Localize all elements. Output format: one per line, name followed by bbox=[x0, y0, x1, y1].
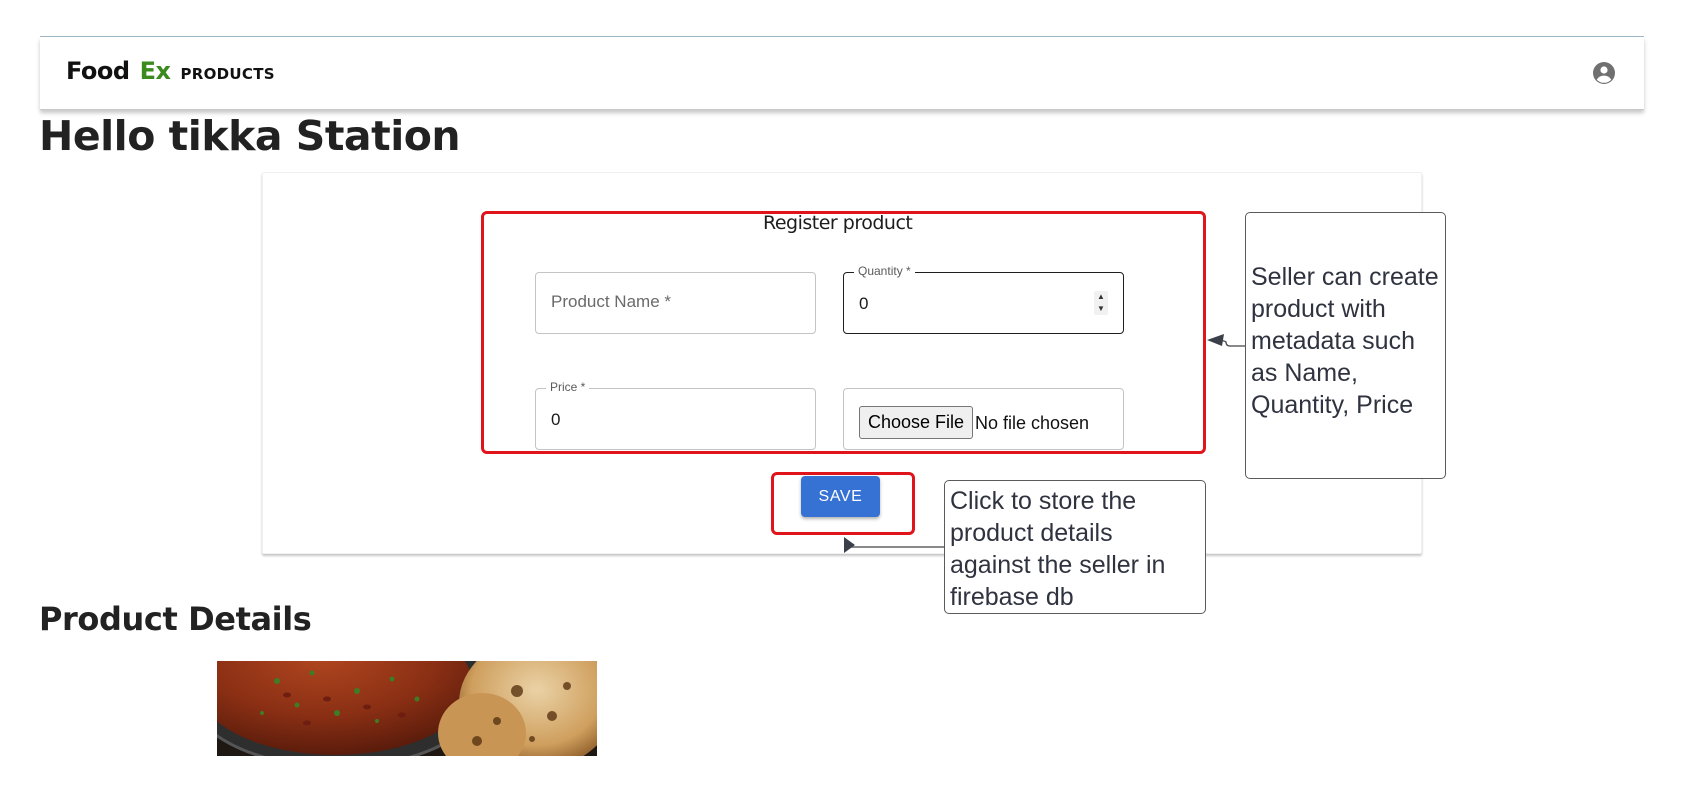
food-dish-image bbox=[217, 661, 597, 756]
stepper-up-icon[interactable]: ▲ bbox=[1097, 291, 1105, 303]
save-button[interactable]: SAVE bbox=[801, 476, 880, 517]
app-bar: Food Ex PRODUCTS bbox=[40, 37, 1644, 110]
stepper-down-icon[interactable]: ▼ bbox=[1097, 303, 1105, 315]
products-nav-link[interactable]: PRODUCTS bbox=[180, 65, 274, 83]
price-value[interactable]: 0 bbox=[551, 410, 560, 430]
product-name-field[interactable]: Product Name * bbox=[535, 272, 816, 334]
price-field[interactable]: Price * 0 bbox=[535, 380, 816, 450]
quantity-field[interactable]: Quantity * 0 ▲ ▼ bbox=[843, 264, 1124, 334]
brand-food-text[interactable]: Food bbox=[66, 57, 130, 85]
file-upload-field: Choose File No file chosen bbox=[843, 388, 1124, 450]
form-title: Register product bbox=[763, 212, 913, 234]
product-name-label: Product Name * bbox=[551, 292, 671, 311]
quantity-label: Quantity * bbox=[854, 264, 915, 278]
brand: Food Ex PRODUCTS bbox=[66, 57, 275, 85]
product-details-heading: Product Details bbox=[39, 600, 312, 638]
no-file-chosen-text: No file chosen bbox=[975, 413, 1090, 433]
seller-annotation-note: Seller can create product with metadata … bbox=[1245, 212, 1446, 479]
choose-file-button[interactable]: Choose File bbox=[859, 406, 974, 439]
brand-ex-text[interactable]: Ex bbox=[140, 57, 171, 85]
quantity-stepper[interactable]: ▲ ▼ bbox=[1094, 291, 1108, 315]
quantity-value[interactable]: 0 bbox=[859, 294, 868, 314]
save-annotation-note: Click to store the product details again… bbox=[944, 480, 1206, 614]
greeting-heading: Hello tikka Station bbox=[39, 112, 461, 160]
price-label: Price * bbox=[546, 380, 590, 394]
account-circle-icon[interactable] bbox=[1592, 61, 1616, 85]
